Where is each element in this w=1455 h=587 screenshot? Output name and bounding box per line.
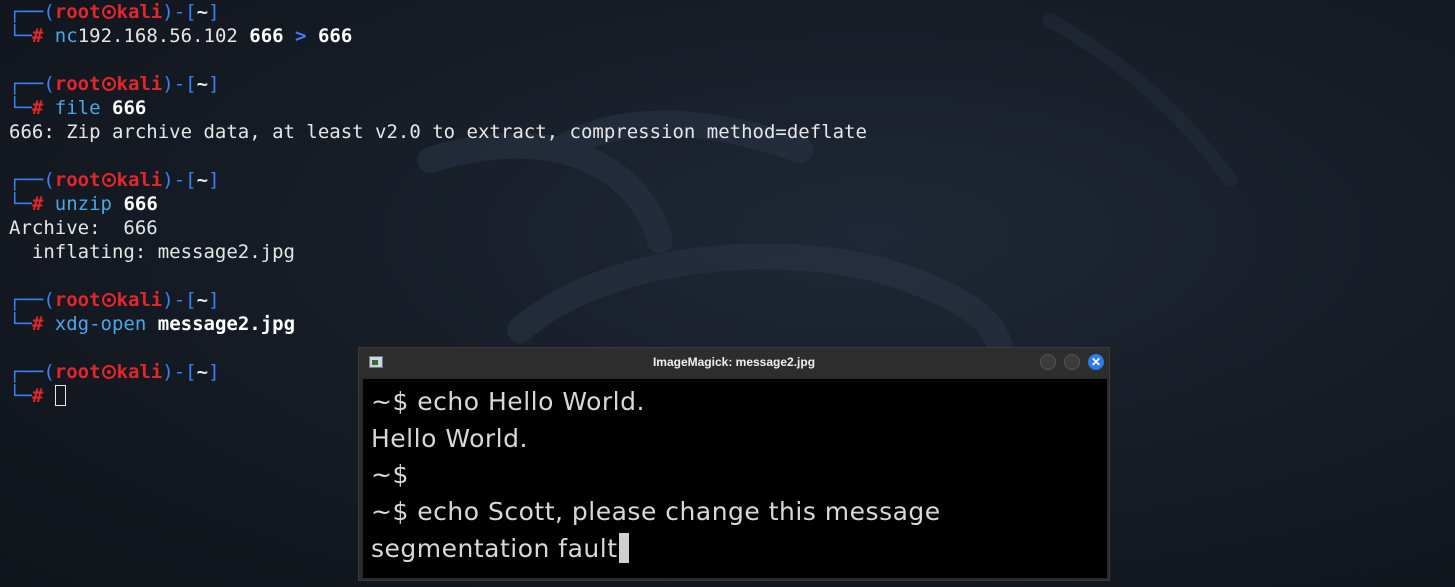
command-args <box>112 193 123 215</box>
prompt-hash: # <box>31 193 44 215</box>
command-line: └─# nc192.168.56.102 666 > 666 <box>9 24 867 48</box>
prompt-frame-mid: )-[ <box>162 169 197 191</box>
prompt-dir: ~ <box>196 73 209 95</box>
prompt-frame-mid: )-[ <box>162 73 197 95</box>
kali-skull-icon <box>101 173 116 187</box>
prompt-frame-open: ┌──( <box>9 289 55 311</box>
prompt-hash: # <box>31 97 44 119</box>
prompt-user: root <box>54 361 101 383</box>
redirect-operator: > <box>283 25 318 47</box>
prompt-frame-open: ┌──( <box>9 1 55 23</box>
kali-skull-icon <box>101 293 116 307</box>
command-arg: 666 <box>112 97 147 119</box>
command-name: xdg-open <box>54 313 147 335</box>
prompt-corner: └─ <box>9 193 32 215</box>
prompt-dir: ~ <box>196 1 209 23</box>
image-canvas: ~$ echo Hello World. Hello World. ~$ ~$ … <box>363 379 1107 578</box>
prompt-frame-close: ] <box>208 289 220 311</box>
output-line: inflating: message2.jpg <box>9 241 295 263</box>
prompt-line: ┌──(root kali)-[~] <box>9 0 867 24</box>
maximize-button[interactable] <box>1064 354 1080 370</box>
prompt-host: kali <box>116 1 163 23</box>
prompt-corner: └─ <box>9 313 32 335</box>
prompt-frame-close: ] <box>208 1 220 23</box>
prompt-hash: # <box>31 313 44 335</box>
prompt-corner: └─ <box>9 25 32 47</box>
prompt-corner: └─ <box>9 385 32 407</box>
prompt-host: kali <box>116 361 163 383</box>
kali-skull-icon <box>101 77 116 91</box>
prompt-line: ┌──(root kali)-[~] <box>9 168 867 192</box>
prompt-frame-mid: )-[ <box>162 1 197 23</box>
image-text-line: ~$ echo Hello World. <box>371 387 645 416</box>
command-line: └─# file 666 <box>9 96 867 120</box>
image-cursor <box>618 533 629 563</box>
prompt-corner: └─ <box>9 97 32 119</box>
prompt-dir: ~ <box>196 289 209 311</box>
prompt-frame-close: ] <box>208 169 220 191</box>
prompt-dir: ~ <box>196 169 209 191</box>
prompt-host: kali <box>116 169 163 191</box>
command-line: └─# unzip 666 <box>9 192 867 216</box>
prompt-frame-close: ] <box>208 73 220 95</box>
command-line: └─# xdg-open message2.jpg <box>9 312 867 336</box>
image-text-line: segmentation fault <box>371 533 629 563</box>
command-arg: message2.jpg <box>157 313 296 335</box>
kali-skull-icon <box>101 5 116 19</box>
image-text: segmentation fault <box>371 534 618 563</box>
prompt-frame-open: ┌──( <box>9 73 55 95</box>
prompt-hash: # <box>31 385 44 407</box>
prompt-host: kali <box>116 289 163 311</box>
image-text-line: Hello World. <box>371 424 528 453</box>
prompt-user: root <box>54 169 101 191</box>
image-text-line: ~$ <box>371 460 409 489</box>
prompt-frame-open: ┌──( <box>9 361 55 383</box>
prompt-frame-open: ┌──( <box>9 169 55 191</box>
window-titlebar[interactable]: ImageMagick: message2.jpg ✕ <box>359 348 1109 377</box>
prompt-dir: ~ <box>196 361 209 383</box>
command-args <box>146 313 157 335</box>
prompt-hash: # <box>31 25 44 47</box>
command-name: file <box>54 97 101 119</box>
prompt-frame-mid: )-[ <box>162 289 197 311</box>
minimize-button[interactable] <box>1040 354 1056 370</box>
prompt-host: kali <box>116 73 163 95</box>
kali-skull-icon <box>101 365 116 379</box>
prompt-frame-mid: )-[ <box>162 361 197 383</box>
output-line: Archive: 666 <box>9 217 158 239</box>
close-button[interactable]: ✕ <box>1088 354 1104 370</box>
prompt-line: ┌──(root kali)-[~] <box>9 288 867 312</box>
imagemagick-window[interactable]: ImageMagick: message2.jpg ✕ ~$ echo Hell… <box>358 347 1110 581</box>
text-cursor[interactable] <box>54 385 66 406</box>
command-name: nc <box>54 25 78 47</box>
window-title: ImageMagick: message2.jpg <box>652 355 816 369</box>
command-arg: 666 <box>249 25 284 47</box>
command-name: unzip <box>54 193 112 215</box>
prompt-line: ┌──(root kali)-[~] <box>9 72 867 96</box>
prompt-user: root <box>54 73 101 95</box>
output-line: 666: Zip archive data, at least v2.0 to … <box>9 121 867 143</box>
prompt-frame-close: ] <box>208 361 220 383</box>
command-arg: 666 <box>317 25 353 47</box>
image-text-line: ~$ echo Scott, please change this messag… <box>371 497 941 526</box>
command-args <box>101 97 112 119</box>
prompt-user: root <box>54 1 101 23</box>
prompt-user: root <box>54 289 101 311</box>
command-args: 192.168.56.102 <box>77 25 250 47</box>
command-arg: 666 <box>123 193 158 215</box>
